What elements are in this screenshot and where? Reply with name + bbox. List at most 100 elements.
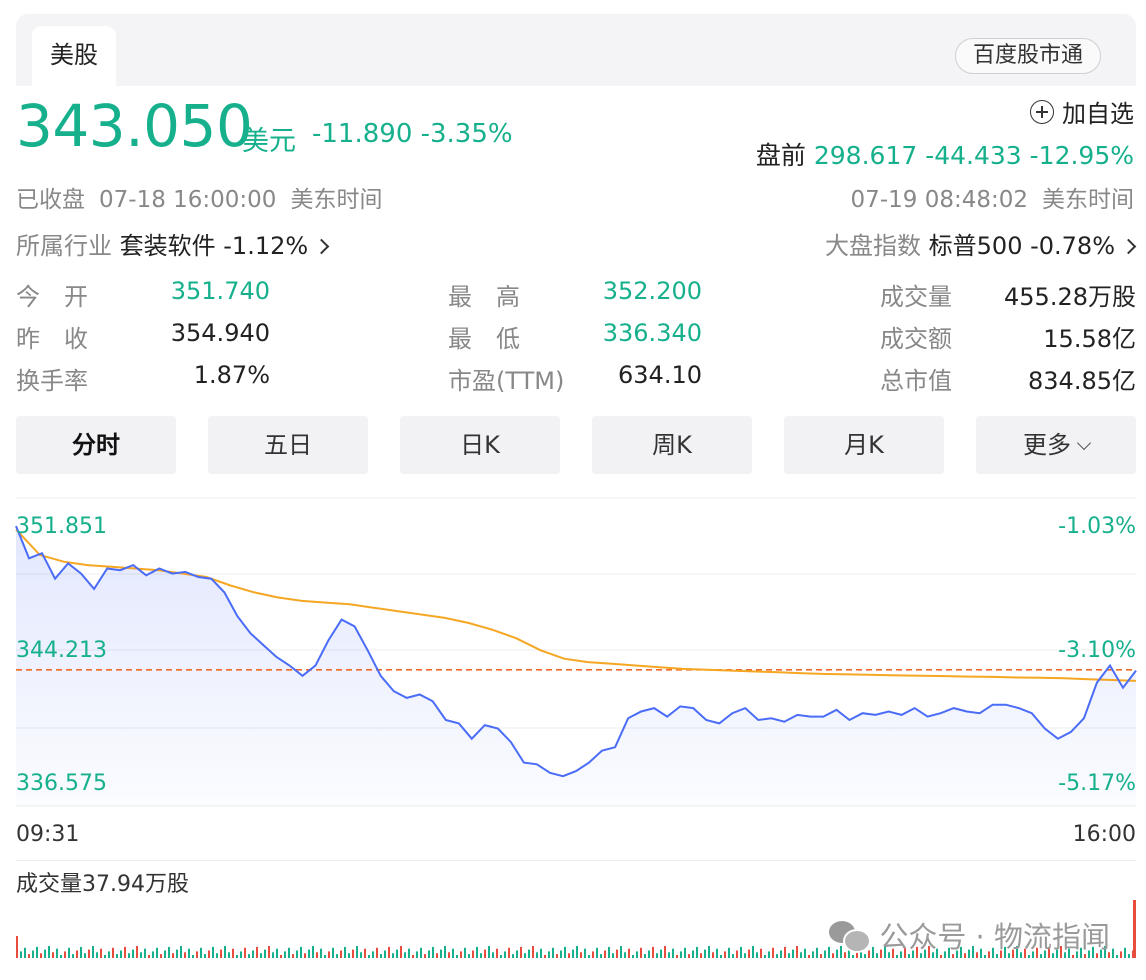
volume-bar bbox=[688, 954, 690, 958]
tab-us-stocks[interactable]: 美股 bbox=[32, 26, 116, 86]
volume-bar bbox=[456, 955, 458, 958]
volume-bar bbox=[668, 952, 670, 958]
volume-bar bbox=[304, 953, 306, 958]
tab-five-day[interactable]: 五日 bbox=[208, 416, 368, 474]
volume-bar bbox=[460, 951, 462, 958]
volume-bar bbox=[256, 946, 258, 958]
tab-intraday[interactable]: 分时 bbox=[16, 416, 176, 474]
volume-bar bbox=[104, 955, 106, 958]
volume-bar bbox=[580, 952, 582, 958]
volume-bar bbox=[252, 950, 254, 958]
volume-bar bbox=[780, 950, 782, 958]
volume-bar bbox=[124, 946, 126, 958]
volume-bar bbox=[696, 946, 698, 958]
volume-bar bbox=[116, 954, 118, 958]
y-axis-right-max-label: -1.03% bbox=[1058, 514, 1136, 539]
volume-bar bbox=[68, 947, 70, 958]
y-axis-mid-label: 344.213 bbox=[16, 638, 107, 663]
low-value: 336.340 bbox=[602, 319, 702, 347]
pre-timezone: 美东时间 bbox=[1042, 187, 1134, 213]
volume-bar bbox=[800, 952, 802, 958]
volume-bar bbox=[60, 955, 62, 958]
volume-bar bbox=[772, 947, 774, 958]
volume-bar bbox=[1128, 954, 1130, 958]
tab-weekly-k[interactable]: 周K bbox=[592, 416, 752, 474]
tab-monthly-k[interactable]: 月K bbox=[784, 416, 944, 474]
wechat-icon bbox=[829, 919, 872, 953]
volume-bar bbox=[216, 953, 218, 958]
price-area-fill bbox=[16, 526, 1136, 806]
volume-bar bbox=[220, 949, 222, 958]
volume-bar bbox=[264, 949, 266, 958]
volume-bar bbox=[288, 947, 290, 958]
volume-bar bbox=[344, 946, 346, 958]
volume-bar bbox=[680, 951, 682, 958]
open-label: 今 开 bbox=[16, 283, 88, 311]
baidu-stock-button[interactable]: 百度股市通 bbox=[955, 38, 1101, 74]
volume-bar bbox=[592, 951, 594, 958]
industry-link[interactable]: 所属行业 套装软件 -1.12% bbox=[16, 226, 330, 261]
volume-bar bbox=[796, 946, 798, 958]
volume-bar bbox=[388, 946, 390, 958]
volume-bar bbox=[788, 953, 790, 958]
volume-bar bbox=[376, 947, 378, 958]
volume-bar bbox=[576, 946, 578, 958]
volume-bar bbox=[32, 950, 34, 958]
volume-bar bbox=[188, 948, 190, 958]
open-value: 351.740 bbox=[170, 277, 270, 305]
volume-bar bbox=[700, 953, 702, 958]
volume-bar bbox=[184, 952, 186, 958]
volume-bar bbox=[424, 954, 426, 958]
close-timezone: 美东时间 bbox=[290, 187, 383, 213]
volume-bar bbox=[88, 949, 90, 958]
market-cap-label: 总市值 bbox=[880, 367, 952, 395]
volume-bar bbox=[212, 946, 214, 958]
volume-bar bbox=[400, 946, 402, 958]
volume-bar bbox=[208, 950, 210, 958]
volume-bar bbox=[764, 955, 766, 958]
volume-bar bbox=[644, 954, 646, 958]
volume-bar bbox=[348, 953, 350, 958]
volume-bar bbox=[44, 949, 46, 958]
volume-bar bbox=[516, 950, 518, 958]
volume-bar bbox=[448, 952, 450, 958]
volume-bar bbox=[56, 948, 58, 958]
volume-bar bbox=[604, 950, 606, 958]
volume-bar bbox=[152, 951, 154, 958]
add-watchlist-button[interactable]: 加自选 bbox=[1030, 94, 1134, 129]
industry-label: 所属行业 bbox=[16, 232, 112, 260]
volume-bar bbox=[824, 950, 826, 958]
pre-time: 07-19 08:48:02 bbox=[850, 187, 1028, 213]
price-change: -11.890 -3.35% bbox=[312, 119, 513, 149]
premarket-label: 盘前 bbox=[755, 141, 806, 170]
volume-bar bbox=[308, 949, 310, 958]
volume-bar bbox=[20, 951, 22, 958]
volume-bar bbox=[324, 955, 326, 958]
volume-bar bbox=[236, 955, 238, 958]
index-link[interactable]: 大盘指数 标普500 -0.78% bbox=[825, 226, 1137, 261]
add-watchlist-label: 加自选 bbox=[1062, 100, 1134, 128]
volume-bar bbox=[616, 949, 618, 958]
tab-more[interactable]: 更多 bbox=[976, 416, 1136, 474]
volume-bar bbox=[556, 954, 558, 958]
volume-bar bbox=[332, 947, 334, 958]
volume-bar bbox=[396, 949, 398, 958]
volume-bar bbox=[1116, 955, 1118, 958]
volume-bar bbox=[40, 953, 42, 958]
volume-bar bbox=[160, 954, 162, 958]
volume-bar bbox=[16, 936, 18, 958]
volume-bar bbox=[468, 954, 470, 958]
volume-bar bbox=[440, 949, 442, 958]
intraday-chart[interactable]: 351.851 344.213 336.575 -1.03% -3.10% -5… bbox=[0, 490, 1146, 820]
volume-bar bbox=[196, 951, 198, 958]
volume-bar bbox=[1124, 947, 1126, 958]
volume-bar bbox=[760, 948, 762, 958]
industry-value: 套装软件 -1.12% bbox=[119, 232, 309, 260]
volume-bar bbox=[244, 947, 246, 958]
volume-bar bbox=[660, 949, 662, 958]
index-value: 标普500 -0.78% bbox=[928, 232, 1115, 260]
tab-daily-k[interactable]: 日K bbox=[400, 416, 560, 474]
volume-bar bbox=[528, 949, 530, 958]
pe-value: 634.10 bbox=[618, 361, 702, 389]
volume-bar bbox=[384, 950, 386, 958]
